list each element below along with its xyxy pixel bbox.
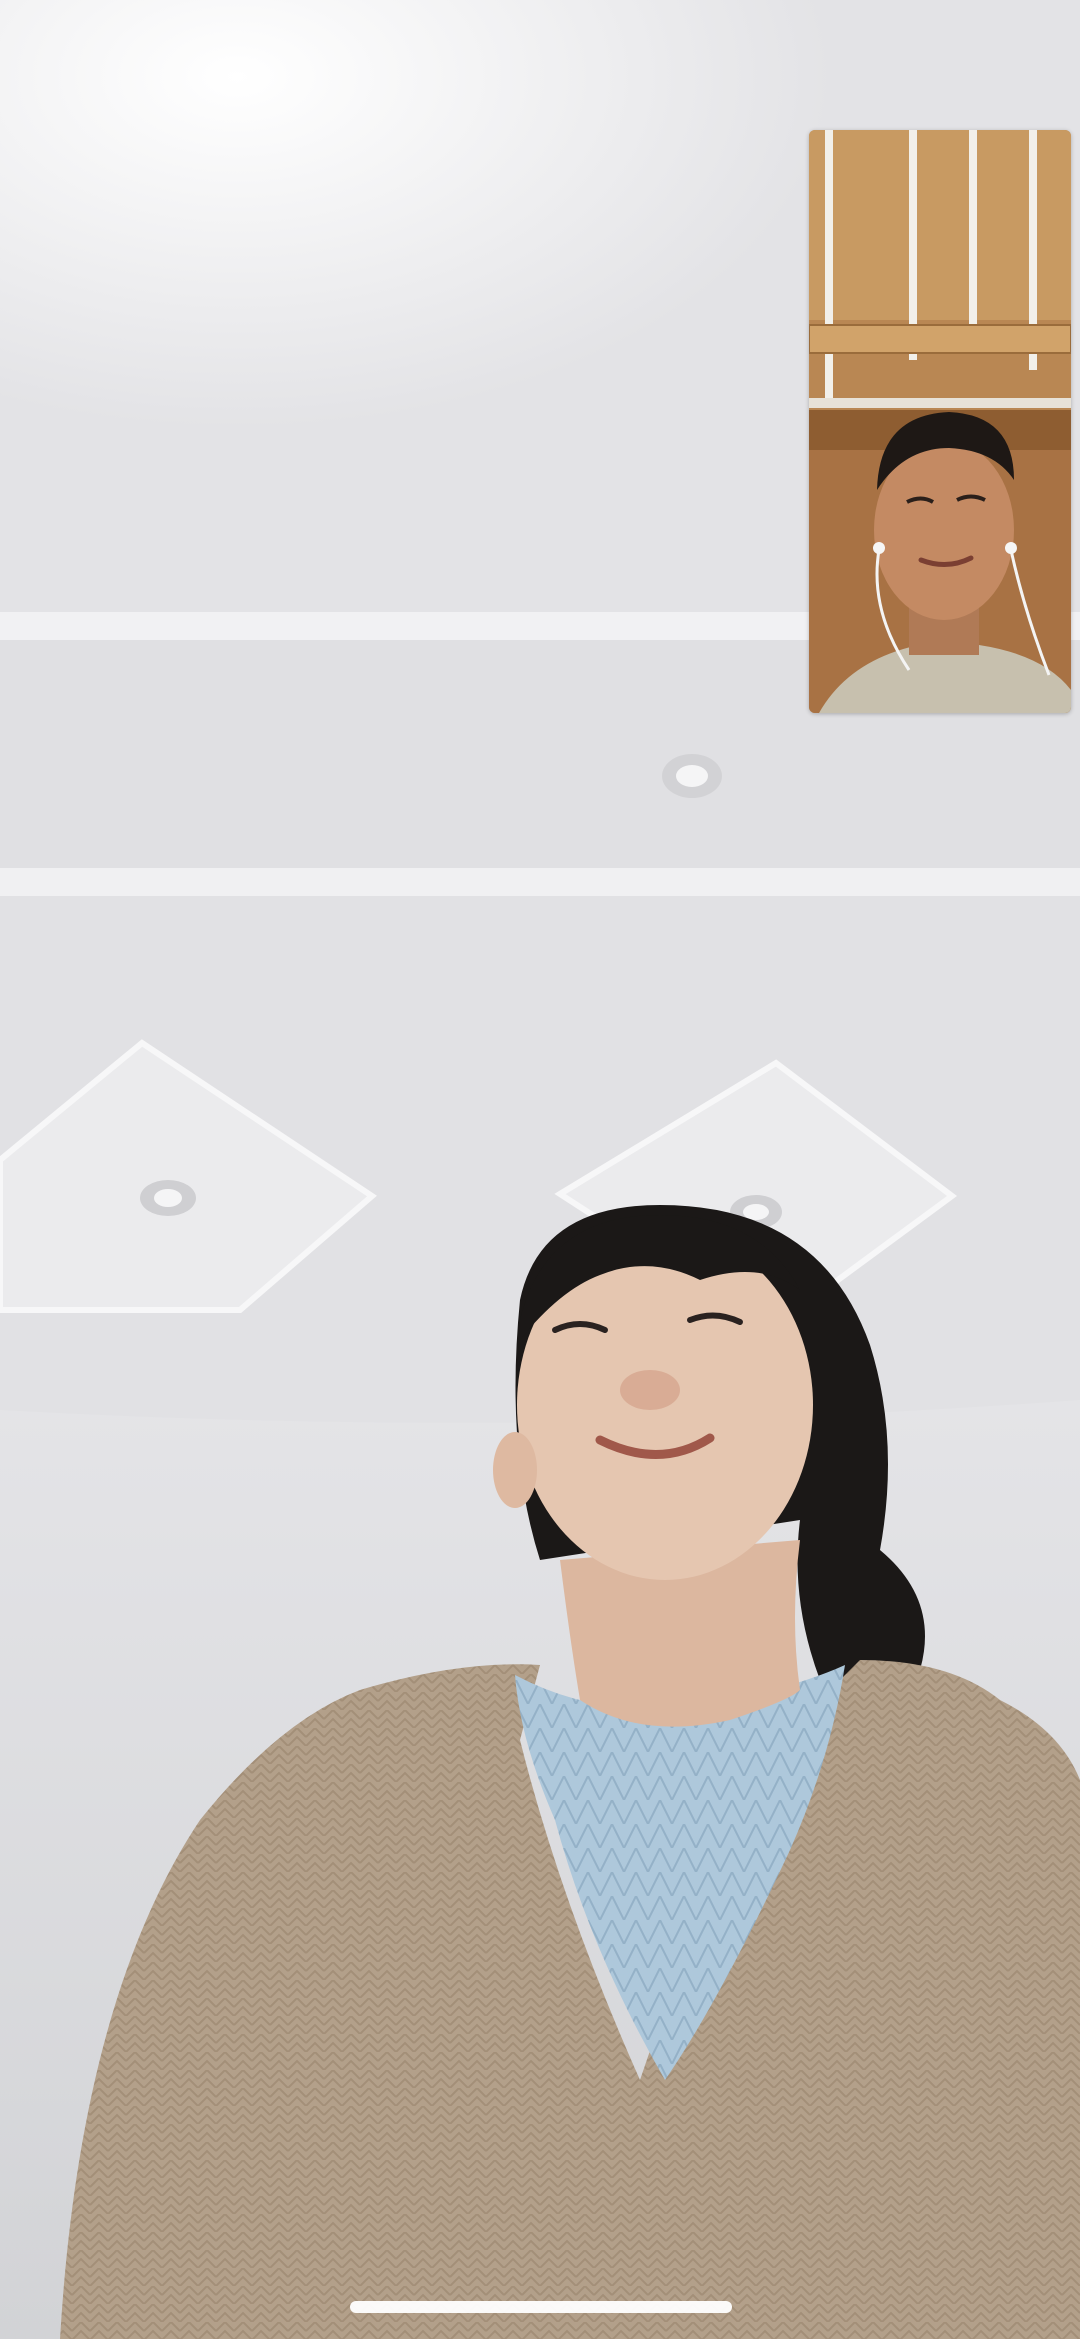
ceiling-trim-bottom (0, 868, 1080, 896)
pip-rope (825, 130, 833, 400)
self-view-scene (809, 130, 1071, 713)
pip-shelf (809, 324, 1071, 354)
home-indicator[interactable] (350, 2301, 732, 2313)
person-ear (493, 1432, 537, 1508)
self-view-preview[interactable] (809, 130, 1071, 713)
